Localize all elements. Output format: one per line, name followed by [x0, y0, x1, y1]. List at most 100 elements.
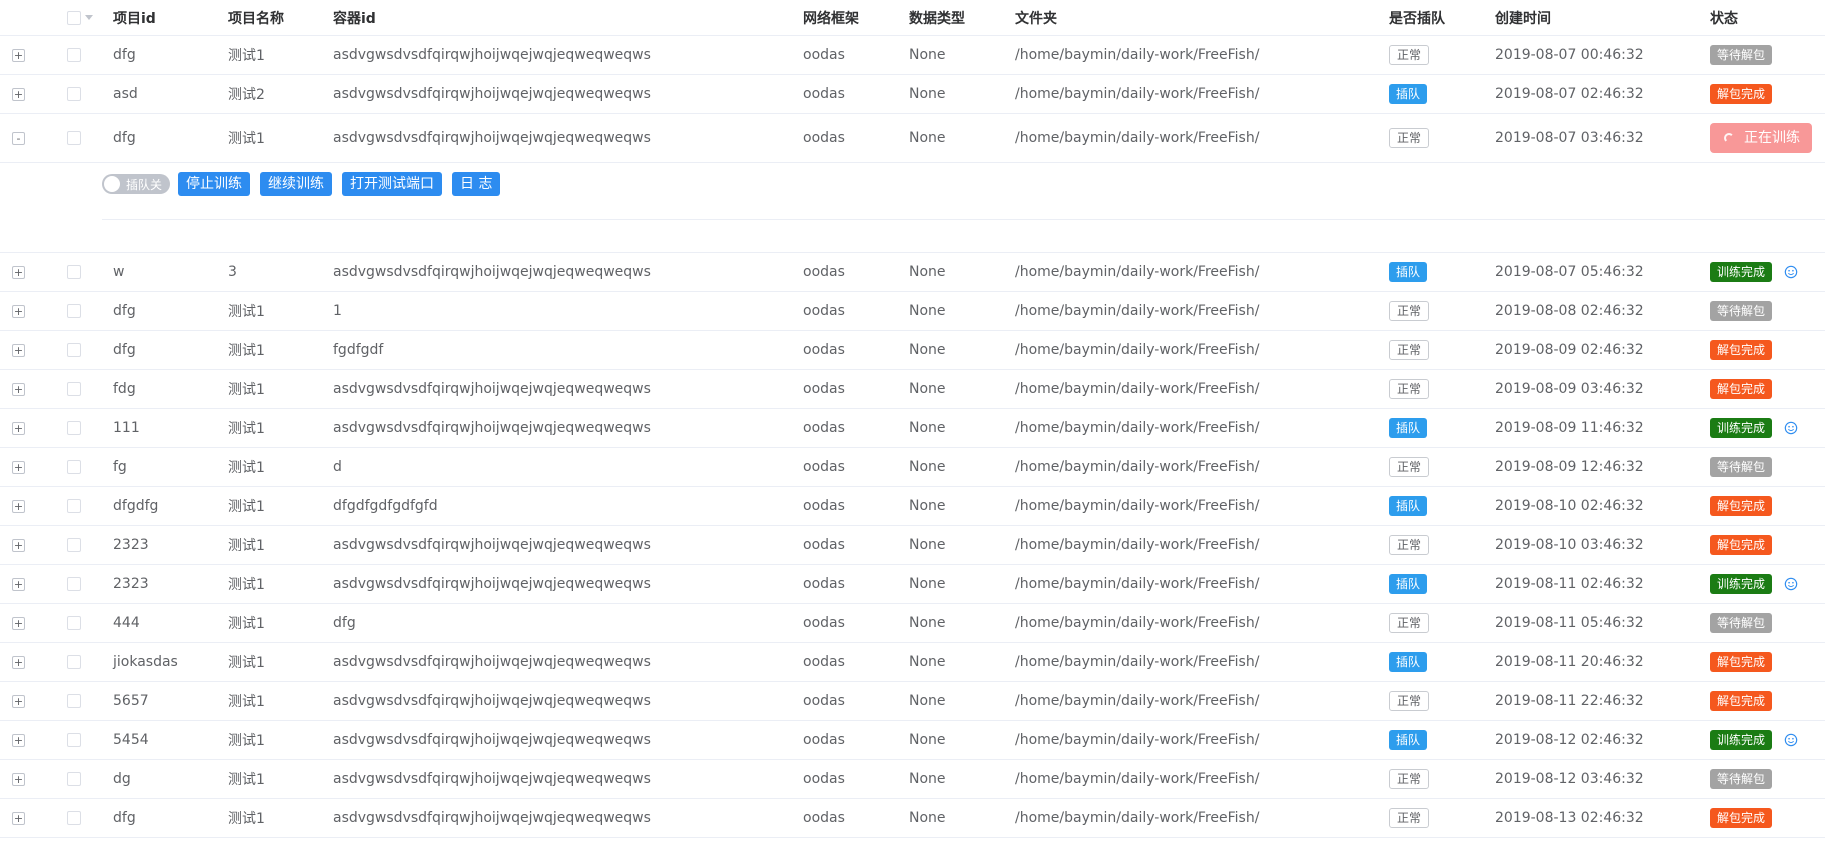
folder-cell: /home/baymin/daily-work/FreeFish/ — [1015, 693, 1260, 709]
expand-toggle[interactable]: + — [12, 733, 25, 747]
expand-toggle[interactable]: - — [12, 131, 25, 145]
project-name-cell: 测试1 — [228, 655, 265, 671]
table-row[interactable]: + 2323 测试1 asdvgwsdvsdfqirqwjhoijwqejwqj… — [0, 565, 1825, 604]
table-row[interactable]: + dfg 测试1 asdvgwsdvsdfqirqwjhoijwqejwqje… — [0, 799, 1825, 838]
queue-badge: 正常 — [1389, 379, 1430, 399]
row-checkbox[interactable] — [67, 421, 81, 435]
smile-icon[interactable] — [1784, 265, 1798, 279]
expand-toggle[interactable]: + — [12, 304, 25, 318]
select-all-checkbox[interactable] — [67, 0, 93, 35]
expand-toggle[interactable]: + — [12, 577, 25, 591]
expand-toggle[interactable]: + — [12, 499, 25, 513]
chevron-down-icon[interactable] — [85, 15, 93, 20]
data-type-cell: None — [909, 47, 946, 63]
smile-icon[interactable] — [1784, 733, 1798, 747]
row-checkbox[interactable] — [67, 655, 81, 669]
status-badge[interactable]: 正在训练 — [1710, 123, 1812, 153]
header-container-id[interactable]: 容器id — [333, 0, 376, 35]
continue-training-button[interactable]: 继续训练 — [260, 172, 333, 196]
header-status[interactable]: 状态 — [1710, 0, 1738, 35]
row-checkbox[interactable] — [67, 616, 81, 630]
row-checkbox[interactable] — [67, 694, 81, 708]
data-type-cell: None — [909, 576, 946, 592]
table-row[interactable]: + 5454 测试1 asdvgwsdvsdfqirqwjhoijwqejwqj… — [0, 721, 1825, 760]
expand-toggle[interactable]: + — [12, 87, 25, 101]
header-folder[interactable]: 文件夹 — [1015, 0, 1057, 35]
header-data-type[interactable]: 数据类型 — [909, 0, 965, 35]
row-checkbox[interactable] — [67, 577, 81, 591]
container-id-cell: asdvgwsdvsdfqirqwjhoijwqejwqjeqweqweqws — [333, 810, 651, 826]
smile-icon[interactable] — [1784, 421, 1798, 435]
expand-toggle[interactable]: + — [12, 811, 25, 825]
table-row[interactable]: + w 3 asdvgwsdvsdfqirqwjhoijwqejwqjeqweq… — [0, 253, 1825, 292]
table-row[interactable]: + dg 测试1 asdvgwsdvsdfqirqwjhoijwqejwqjeq… — [0, 760, 1825, 799]
expand-toggle[interactable]: + — [12, 48, 25, 62]
project-name-cell: 测试1 — [228, 811, 265, 827]
header-created-time[interactable]: 创建时间 — [1495, 0, 1551, 35]
folder-cell: /home/baymin/daily-work/FreeFish/ — [1015, 420, 1260, 436]
row-checkbox[interactable] — [67, 87, 81, 101]
status-badge: 解包完成 — [1710, 535, 1773, 555]
stop-training-button[interactable]: 停止训练 — [178, 172, 251, 196]
project-name-cell: 测试1 — [228, 304, 265, 320]
expand-toggle[interactable]: + — [12, 655, 25, 669]
row-checkbox[interactable] — [67, 733, 81, 747]
table-row[interactable]: + jiokasdas 测试1 asdvgwsdvsdfqirqwjhoijwq… — [0, 643, 1825, 682]
folder-cell: /home/baymin/daily-work/FreeFish/ — [1015, 459, 1260, 475]
data-type-cell: None — [909, 264, 946, 280]
table-row[interactable]: + fg 测试1 d oodas None /home/baymin/daily… — [0, 448, 1825, 487]
project-name-cell: 测试1 — [228, 460, 265, 476]
table-row[interactable]: + 111 测试1 asdvgwsdvsdfqirqwjhoijwqejwqje… — [0, 409, 1825, 448]
row-checkbox[interactable] — [67, 772, 81, 786]
project-name-cell: 3 — [228, 264, 237, 280]
row-checkbox[interactable] — [67, 48, 81, 62]
row-checkbox[interactable] — [67, 382, 81, 396]
table-row[interactable]: + 444 测试1 dfg oodas None /home/baymin/da… — [0, 604, 1825, 643]
header-framework[interactable]: 网络框架 — [803, 0, 859, 35]
smile-icon[interactable] — [1784, 577, 1798, 591]
row-checkbox[interactable] — [67, 460, 81, 474]
row-checkbox[interactable] — [67, 499, 81, 513]
expand-toggle[interactable]: + — [12, 382, 25, 396]
expand-toggle[interactable]: + — [12, 460, 25, 474]
status-badge: 训练完成 — [1710, 730, 1773, 750]
expand-toggle[interactable]: + — [12, 421, 25, 435]
queue-switch[interactable]: 插队关 — [102, 174, 171, 194]
container-id-cell: asdvgwsdvsdfqirqwjhoijwqejwqjeqweqweqws — [333, 654, 651, 670]
container-id-cell: asdvgwsdvsdfqirqwjhoijwqejwqjeqweqweqws — [333, 576, 651, 592]
expand-toggle[interactable]: + — [12, 616, 25, 630]
queue-badge: 插队 — [1389, 84, 1428, 104]
framework-cell: oodas — [803, 771, 845, 787]
table-row[interactable]: + 2323 测试1 asdvgwsdvsdfqirqwjhoijwqejwqj… — [0, 526, 1825, 565]
table-row[interactable]: + dfg 测试1 asdvgwsdvsdfqirqwjhoijwqejwqje… — [0, 36, 1825, 75]
open-test-port-button[interactable]: 打开测试端口 — [342, 172, 443, 196]
table-row[interactable]: + fdg 测试1 asdvgwsdvsdfqirqwjhoijwqejwqje… — [0, 370, 1825, 409]
table-row[interactable]: + 5657 测试1 asdvgwsdvsdfqirqwjhoijwqejwqj… — [0, 682, 1825, 721]
data-type-cell: None — [909, 537, 946, 553]
expand-toggle[interactable]: + — [12, 343, 25, 357]
table-row[interactable]: + dfg 测试1 1 oodas None /home/baymin/dail… — [0, 292, 1825, 331]
header-project-name[interactable]: 项目名称 — [228, 0, 284, 35]
switch-knob[interactable] — [104, 176, 120, 192]
log-button[interactable]: 日 志 — [452, 172, 501, 196]
row-checkbox[interactable] — [67, 343, 81, 357]
data-type-cell: None — [909, 130, 946, 146]
container-id-cell: asdvgwsdvsdfqirqwjhoijwqejwqjeqweqweqws — [333, 420, 651, 436]
expand-toggle[interactable]: + — [12, 694, 25, 708]
table-row[interactable]: + asd 测试2 asdvgwsdvsdfqirqwjhoijwqejwqje… — [0, 75, 1825, 114]
expand-toggle[interactable]: + — [12, 772, 25, 786]
row-checkbox[interactable] — [67, 304, 81, 318]
row-checkbox[interactable] — [67, 131, 81, 145]
table-row[interactable]: - dfg 测试1 asdvgwsdvsdfqirqwjhoijwqejwqje… — [0, 114, 1825, 163]
table-row[interactable]: + dfg 测试1 fgdfgdf oodas None /home/baymi… — [0, 331, 1825, 370]
project-id-cell: asd — [113, 86, 138, 102]
header-project-id[interactable]: 项目id — [113, 0, 156, 35]
row-checkbox[interactable] — [67, 538, 81, 552]
queue-badge: 正常 — [1389, 691, 1430, 711]
table-row[interactable]: + dfgdfg 测试1 dfgdfgdfgdfgfd oodas None /… — [0, 487, 1825, 526]
expand-toggle[interactable]: + — [12, 265, 25, 279]
expand-toggle[interactable]: + — [12, 538, 25, 552]
row-checkbox[interactable] — [67, 811, 81, 825]
row-checkbox[interactable] — [67, 265, 81, 279]
header-queue[interactable]: 是否插队 — [1389, 0, 1445, 35]
